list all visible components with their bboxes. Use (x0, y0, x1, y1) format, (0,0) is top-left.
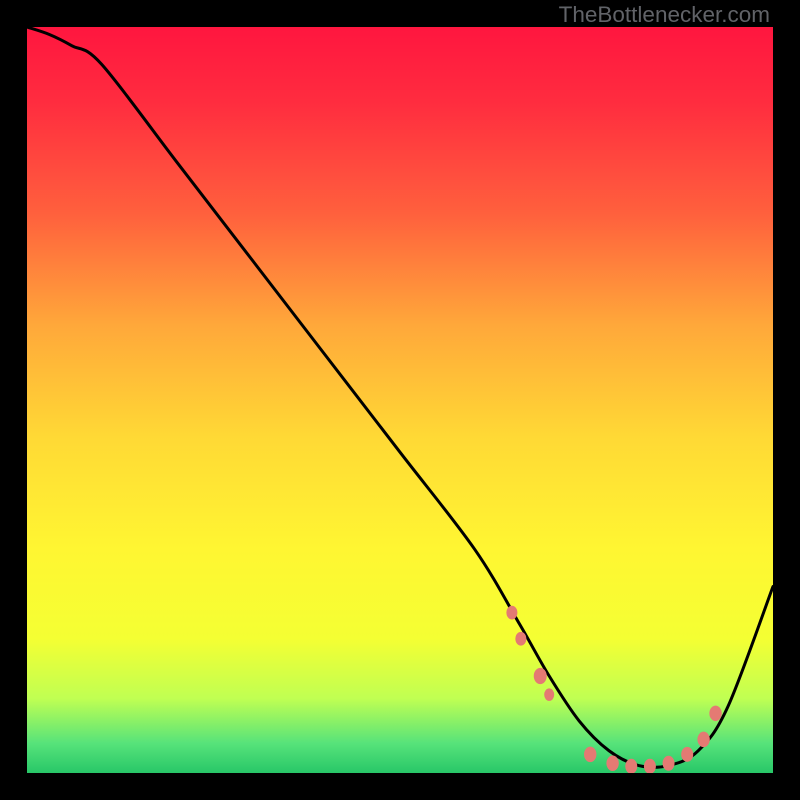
highlight-dot (697, 732, 709, 748)
gradient-background (27, 27, 773, 773)
highlight-dot (506, 606, 517, 620)
highlight-dot (663, 756, 675, 771)
highlight-dot (681, 747, 693, 762)
highlight-dot (606, 756, 618, 772)
highlight-dot (544, 688, 554, 701)
highlight-dot (584, 747, 596, 763)
watermark-text: TheBottlenecker.com (559, 2, 770, 28)
highlight-dot (709, 706, 721, 722)
chart-svg (27, 27, 773, 773)
highlight-dot (534, 668, 547, 684)
highlight-dot (515, 632, 526, 646)
